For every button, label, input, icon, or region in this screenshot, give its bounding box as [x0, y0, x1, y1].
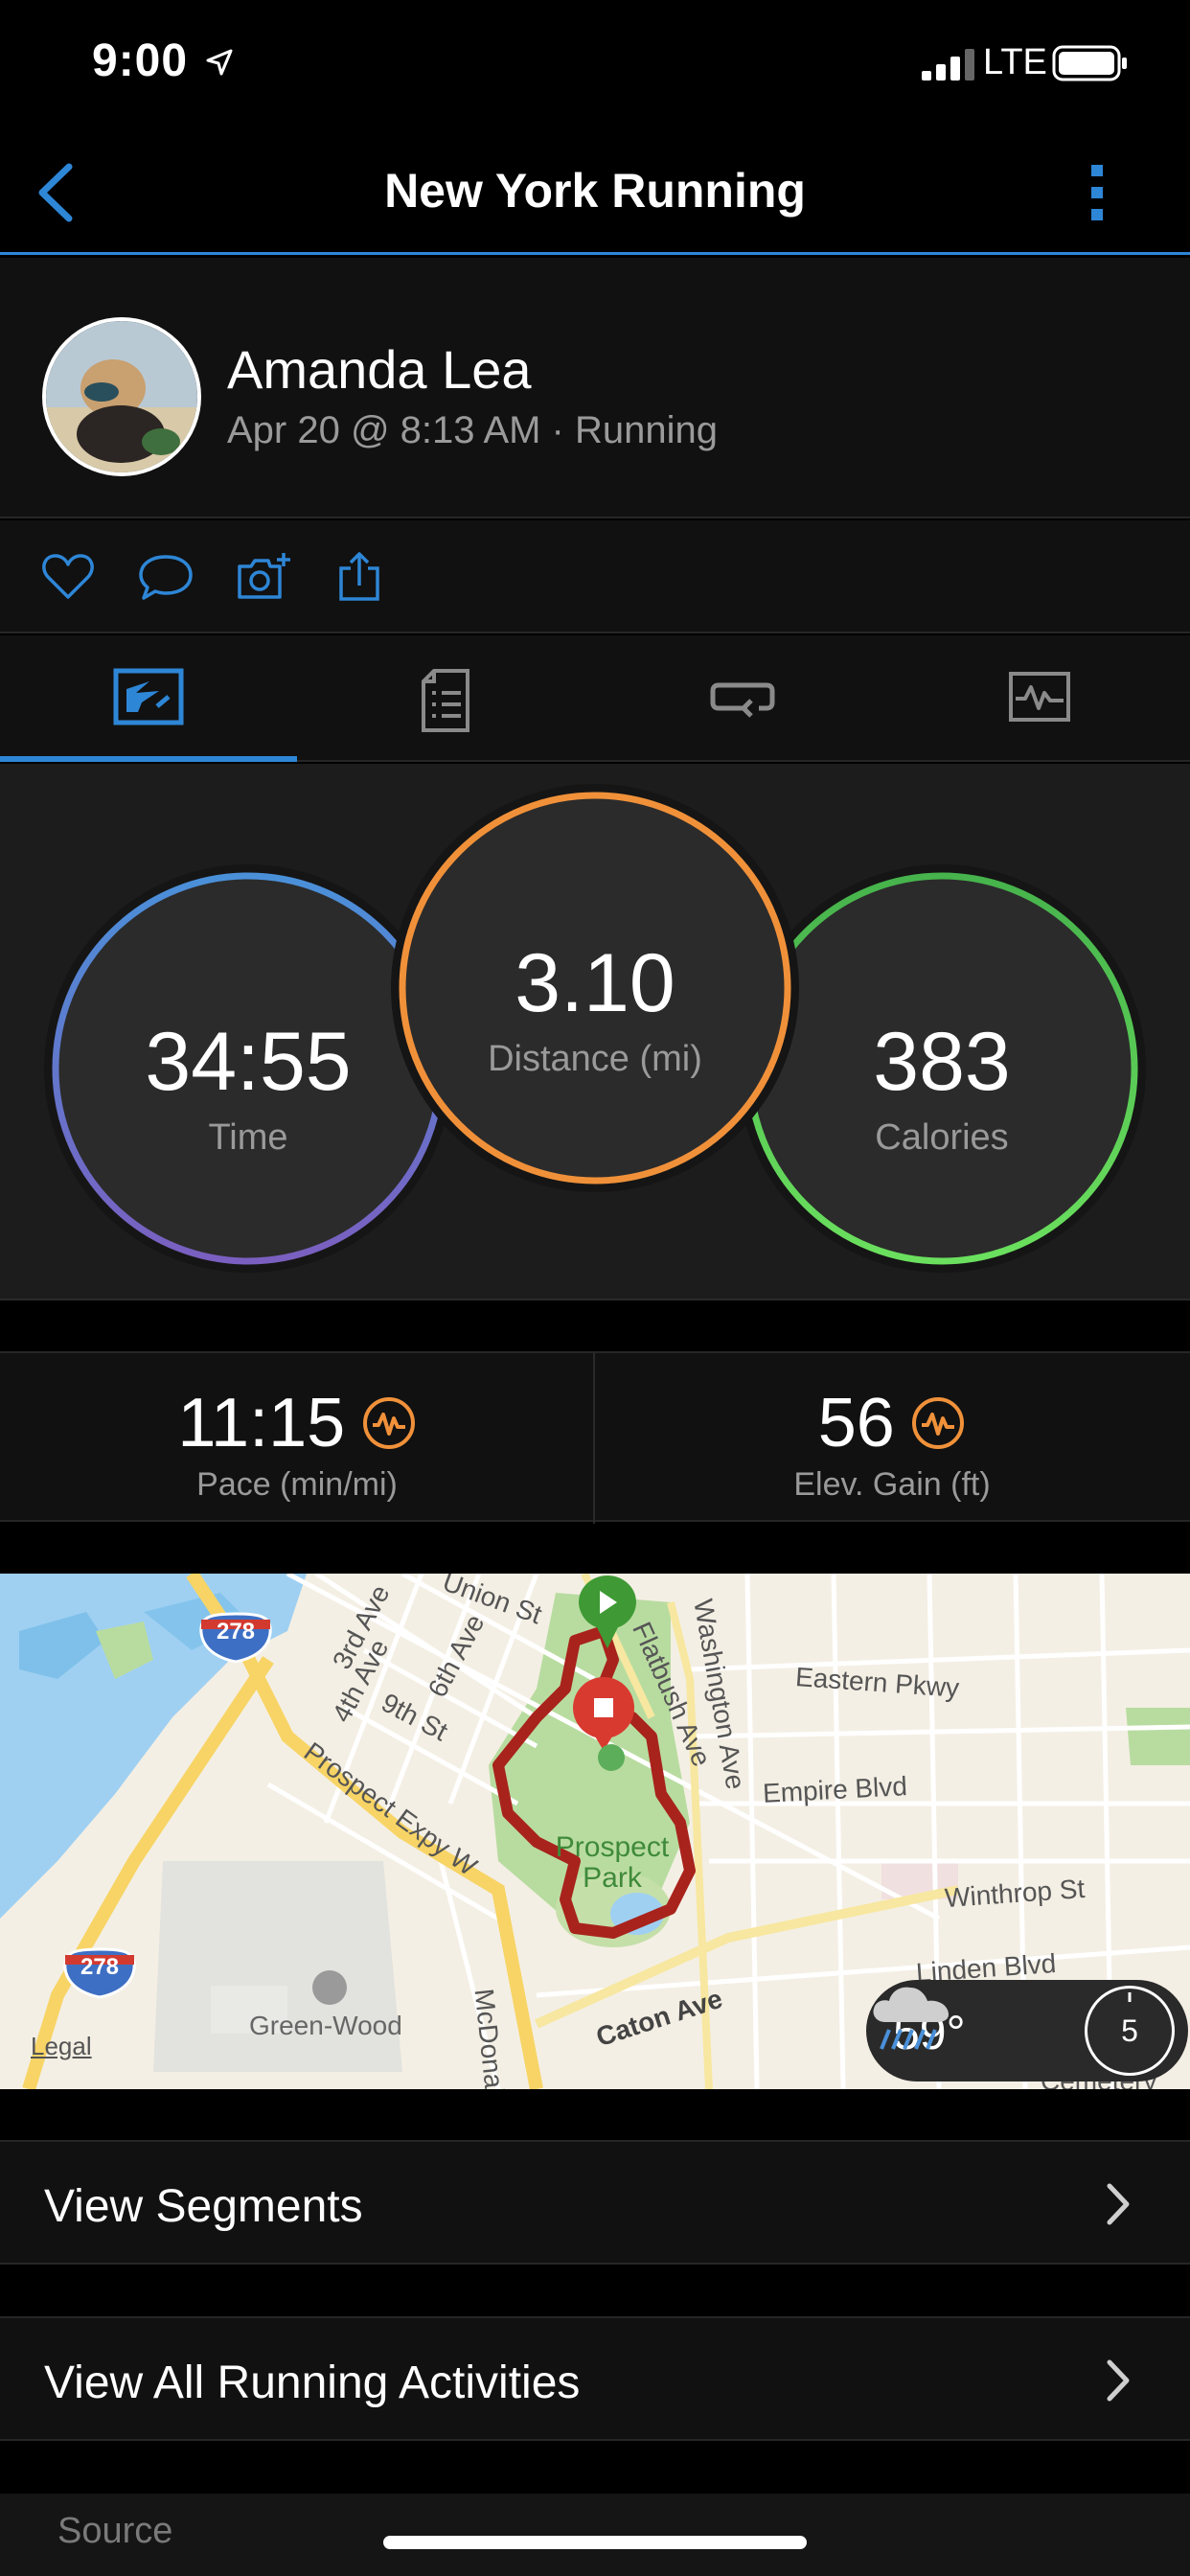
- activity-pulse-icon: [362, 1397, 415, 1449]
- tab-map[interactable]: [0, 635, 297, 762]
- share-icon[interactable]: [332, 551, 387, 603]
- activity-pulse-icon: [912, 1397, 965, 1449]
- pace-value: 11:15: [177, 1385, 346, 1461]
- interstate-shield-label: 278: [216, 1619, 256, 1644]
- comment-icon[interactable]: [138, 551, 194, 603]
- weather-badge[interactable]: 59° 5: [866, 1980, 1188, 2082]
- tab-laps[interactable]: [594, 635, 891, 762]
- pace-metric[interactable]: 11:15 Pace (min/mi): [0, 1353, 594, 1524]
- home-indicator[interactable]: [383, 2536, 807, 2549]
- time-value: 34:55: [145, 1016, 352, 1108]
- tab-charts[interactable]: [891, 635, 1188, 762]
- elevation-value: 56: [817, 1385, 895, 1461]
- laps-tab-icon: [710, 682, 775, 718]
- wind-speed-indicator: 5: [1085, 1986, 1175, 2076]
- tab-details[interactable]: [297, 635, 594, 762]
- network-type: LTE: [983, 42, 1047, 82]
- signal-icon: [922, 49, 974, 80]
- distance-label: Distance (mi): [488, 1039, 702, 1079]
- charts-tab-icon: [1009, 672, 1070, 722]
- action-bar: [0, 520, 1190, 633]
- battery-icon: [1052, 45, 1127, 81]
- status-time: 9:00: [92, 35, 189, 86]
- activity-detail-screen: 9:00 LTE New York Running Amanda Lea Apr…: [0, 0, 1190, 2576]
- view-all-running-label: View All Running Activities: [44, 2358, 581, 2408]
- avatar[interactable]: [42, 317, 201, 476]
- view-segments-label: View Segments: [44, 2181, 363, 2232]
- nav-bar: New York Running: [0, 134, 1190, 255]
- details-tab-icon: [422, 669, 469, 732]
- map-label-green-wood: Green-Wood: [249, 2011, 402, 2040]
- time-stat: 34:55 Time: [57, 1015, 440, 1159]
- metrics-row: 11:15 Pace (min/mi) 56 Elev. Gain (ft): [0, 1351, 1190, 1524]
- view-all-running-row[interactable]: View All Running Activities: [0, 2316, 1190, 2441]
- wind-speed-value: 5: [1121, 2013, 1138, 2048]
- rain-cloud-icon: [873, 1987, 949, 2050]
- time-label: Time: [208, 1117, 288, 1158]
- user-name[interactable]: Amanda Lea: [227, 338, 532, 401]
- camera-plus-icon[interactable]: [236, 551, 291, 603]
- more-options-icon[interactable]: [1083, 159, 1111, 226]
- location-arrow-icon: [206, 49, 233, 76]
- elevation-label: Elev. Gain (ft): [793, 1466, 991, 1503]
- avatar-photo: [46, 321, 197, 472]
- map-label-prospect-park: Prospect Park: [555, 1831, 670, 1894]
- calories-label: Calories: [875, 1117, 1009, 1158]
- chevron-right-icon: [1107, 2359, 1130, 2402]
- calories-stat: 383 Calories: [750, 1015, 1133, 1159]
- status-bar: 9:00 LTE: [0, 0, 1190, 134]
- summary-rings: 34:55 Time 3.10 Distance (mi) 383 Calori…: [0, 764, 1190, 1300]
- tab-bar: [0, 635, 1190, 762]
- elevation-metric[interactable]: 56 Elev. Gain (ft): [595, 1353, 1189, 1524]
- map-legal-link[interactable]: Legal: [31, 2032, 92, 2061]
- activity-meta: Apr 20 @ 8:13 AM · Running: [227, 409, 718, 451]
- interstate-shield-label: 278: [80, 1954, 120, 1980]
- chevron-right-icon: [1107, 2183, 1130, 2225]
- activity-header: Amanda Lea Apr 20 @ 8:13 AM · Running: [0, 258, 1190, 518]
- heart-icon[interactable]: [40, 551, 96, 603]
- route-map[interactable]: Union St 3rd Ave 4th Ave 6th Ave 9th St …: [0, 1574, 1190, 2089]
- map-tab-icon: [113, 668, 184, 725]
- view-segments-row[interactable]: View Segments: [0, 2140, 1190, 2265]
- pace-label: Pace (min/mi): [196, 1466, 398, 1503]
- source-section: Source: [0, 2494, 1190, 2576]
- distance-stat: 3.10 Distance (mi): [403, 936, 787, 1080]
- source-label: Source: [57, 2511, 173, 2551]
- calories-value: 383: [873, 1016, 1011, 1108]
- distance-value: 3.10: [515, 937, 675, 1029]
- page-title: New York Running: [384, 164, 806, 218]
